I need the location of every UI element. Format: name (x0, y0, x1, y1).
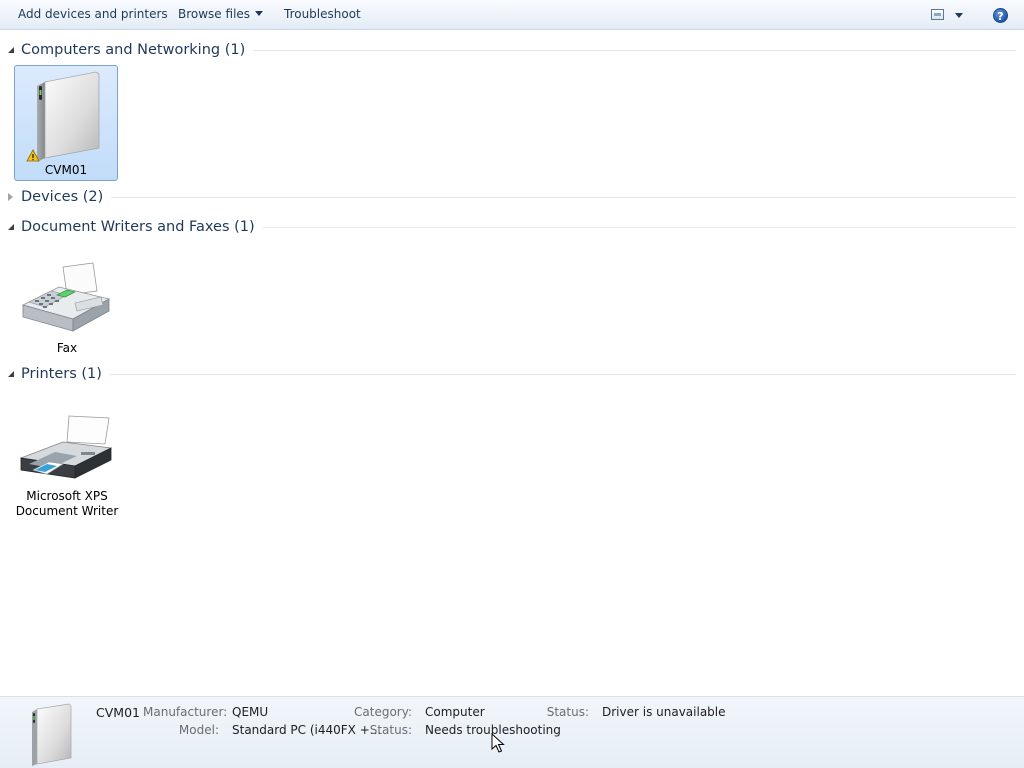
group-title: Devices (2) (21, 187, 112, 207)
mouse-cursor-icon (491, 733, 505, 753)
device-label: CVM01 (44, 163, 88, 177)
manufacturer-label: Manufacturer: (143, 705, 228, 719)
category-value: Computer (425, 705, 485, 719)
printer-icon (19, 415, 113, 479)
chevron-down-icon (255, 11, 264, 16)
group-header-printers[interactable]: Printers (1) (0, 364, 1024, 384)
expand-triangle-icon[interactable] (8, 224, 14, 230)
view-icon (931, 9, 944, 20)
group-header-devices[interactable]: Devices (2) (0, 187, 1024, 207)
chevron-down-icon (955, 13, 963, 18)
device-label: Fax (56, 341, 78, 355)
driver-status-value: Driver is unavailable (602, 705, 726, 719)
warning-icon (27, 150, 39, 162)
category-label: Category: (354, 705, 412, 719)
group-title: Printers (1) (21, 364, 110, 384)
group-divider (20, 374, 1016, 375)
group-header-computers[interactable]: Computers and Networking (1) (0, 40, 1024, 60)
driver-status-label: Status: (546, 705, 589, 719)
device-label-line2: Document Writer (15, 504, 119, 518)
group-title: Document Writers and Faxes (1) (21, 217, 263, 237)
device-tile-cvm01[interactable]: CVM01 (14, 65, 118, 181)
change-view-button[interactable] (926, 6, 966, 24)
expand-triangle-icon[interactable] (8, 47, 14, 53)
browse-files-button[interactable]: Browse files (178, 0, 264, 29)
group-header-writers-faxes[interactable]: Document Writers and Faxes (1) (0, 217, 1024, 237)
model-label: Model: (178, 723, 219, 737)
expand-triangle-icon[interactable] (8, 371, 14, 377)
device-label-line1: Microsoft XPS (26, 489, 108, 503)
status-label: Status: (369, 723, 412, 737)
fax-machine-icon (21, 262, 111, 332)
troubleshoot-button[interactable]: Troubleshoot (284, 0, 361, 29)
device-list: Computers and Networking (1) CVM01 Devic… (0, 31, 1024, 696)
group-divider (20, 197, 1016, 198)
group-title: Computers and Networking (1) (21, 40, 254, 60)
device-name: CVM01 (96, 705, 140, 720)
device-tile-xps-writer[interactable]: Microsoft XPS Document Writer (15, 412, 119, 522)
collapsed-triangle-icon[interactable] (8, 193, 13, 201)
details-pane: CVM01 Manufacturer: QEMU Model: Standard… (0, 696, 1024, 768)
help-icon[interactable]: ? (993, 8, 1008, 23)
add-devices-button[interactable]: Add devices and printers (18, 0, 168, 29)
manufacturer-value: QEMU (232, 705, 269, 719)
browse-files-label: Browse files (178, 7, 251, 21)
command-bar: Add devices and printers Browse files Tr… (0, 0, 1024, 30)
device-tile-fax[interactable]: Fax (15, 261, 119, 357)
computer-tower-icon (32, 703, 72, 766)
